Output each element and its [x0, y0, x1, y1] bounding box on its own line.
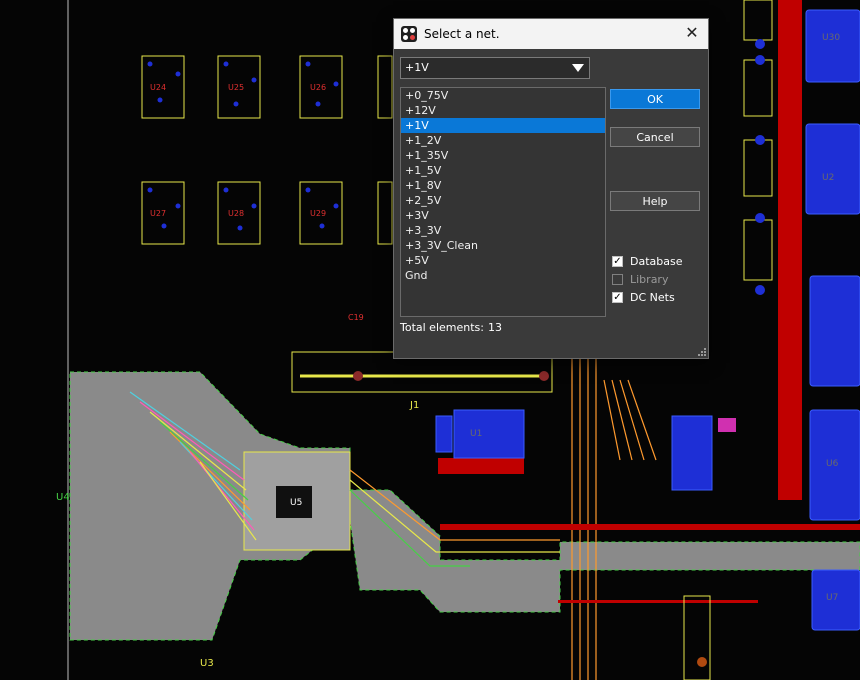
- list-item-net[interactable]: +0_75V: [401, 88, 605, 103]
- list-item-net-selected[interactable]: +1V: [401, 118, 605, 133]
- list-item-net[interactable]: +3_3V: [401, 223, 605, 238]
- ref-label-u7: U7: [826, 593, 838, 603]
- close-icon[interactable]: ✕: [682, 23, 702, 43]
- list-item-net[interactable]: +3V: [401, 208, 605, 223]
- net-list[interactable]: +0_75V +12V +1V +1_2V +1_35V +1_5V +1_8V…: [400, 87, 606, 317]
- dialog-title: Select a net.: [424, 27, 500, 41]
- resize-grip-icon[interactable]: [696, 346, 706, 356]
- ref-label-u2: U2: [822, 173, 834, 183]
- ref-label-u27: U27: [150, 209, 166, 218]
- checkmark-icon[interactable]: ✓: [612, 256, 623, 267]
- net-combobox[interactable]: +1V: [400, 57, 590, 79]
- app-icon: [401, 26, 417, 42]
- list-item-net[interactable]: +12V: [401, 103, 605, 118]
- ref-label-u4: U4: [56, 492, 70, 503]
- ref-label-u6: U6: [826, 459, 839, 469]
- checkbox-box: [612, 274, 623, 285]
- checkmark-icon[interactable]: ✓: [612, 292, 623, 303]
- dialog-titlebar: Select a net. ✕: [394, 19, 708, 49]
- ref-label-u1: U1: [470, 429, 482, 439]
- help-button[interactable]: Help: [610, 191, 700, 211]
- ref-label-u26: U26: [310, 83, 326, 92]
- dc-nets-label: DC Nets: [630, 291, 675, 304]
- list-item-net[interactable]: +5V: [401, 253, 605, 268]
- ref-label-u5: U5: [290, 498, 302, 508]
- ref-label-u30: U30: [822, 33, 840, 43]
- ref-label-u28: U28: [228, 209, 244, 218]
- total-label: Total elements:: [400, 321, 484, 334]
- ref-label-u25: U25: [228, 83, 244, 92]
- ref-label-u29: U29: [310, 209, 326, 218]
- ref-label-u24: U24: [150, 83, 166, 92]
- list-item-net[interactable]: +1_5V: [401, 163, 605, 178]
- list-item-net[interactable]: +1_35V: [401, 148, 605, 163]
- total-count: 13: [488, 321, 502, 334]
- cancel-button[interactable]: Cancel: [610, 127, 700, 147]
- library-label: Library: [630, 273, 669, 286]
- database-label: Database: [630, 255, 683, 268]
- chevron-down-icon[interactable]: [572, 64, 584, 72]
- combobox-value: +1V: [405, 61, 429, 74]
- ok-button[interactable]: OK: [610, 89, 700, 109]
- list-item-net[interactable]: +1_2V: [401, 133, 605, 148]
- ref-label-c19: C19: [348, 313, 364, 322]
- ref-label-u3: U3: [200, 658, 214, 669]
- list-item-net[interactable]: Gnd: [401, 268, 605, 283]
- ref-label-j1: J1: [409, 400, 419, 411]
- select-net-dialog: Select a net. ✕ +1V +0_75V +12V +1V +1_2…: [393, 18, 709, 359]
- list-item-net[interactable]: +3_3V_Clean: [401, 238, 605, 253]
- list-item-net[interactable]: +1_8V: [401, 178, 605, 193]
- total-elements: Total elements: 13: [400, 321, 502, 334]
- list-item-net[interactable]: +2_5V: [401, 193, 605, 208]
